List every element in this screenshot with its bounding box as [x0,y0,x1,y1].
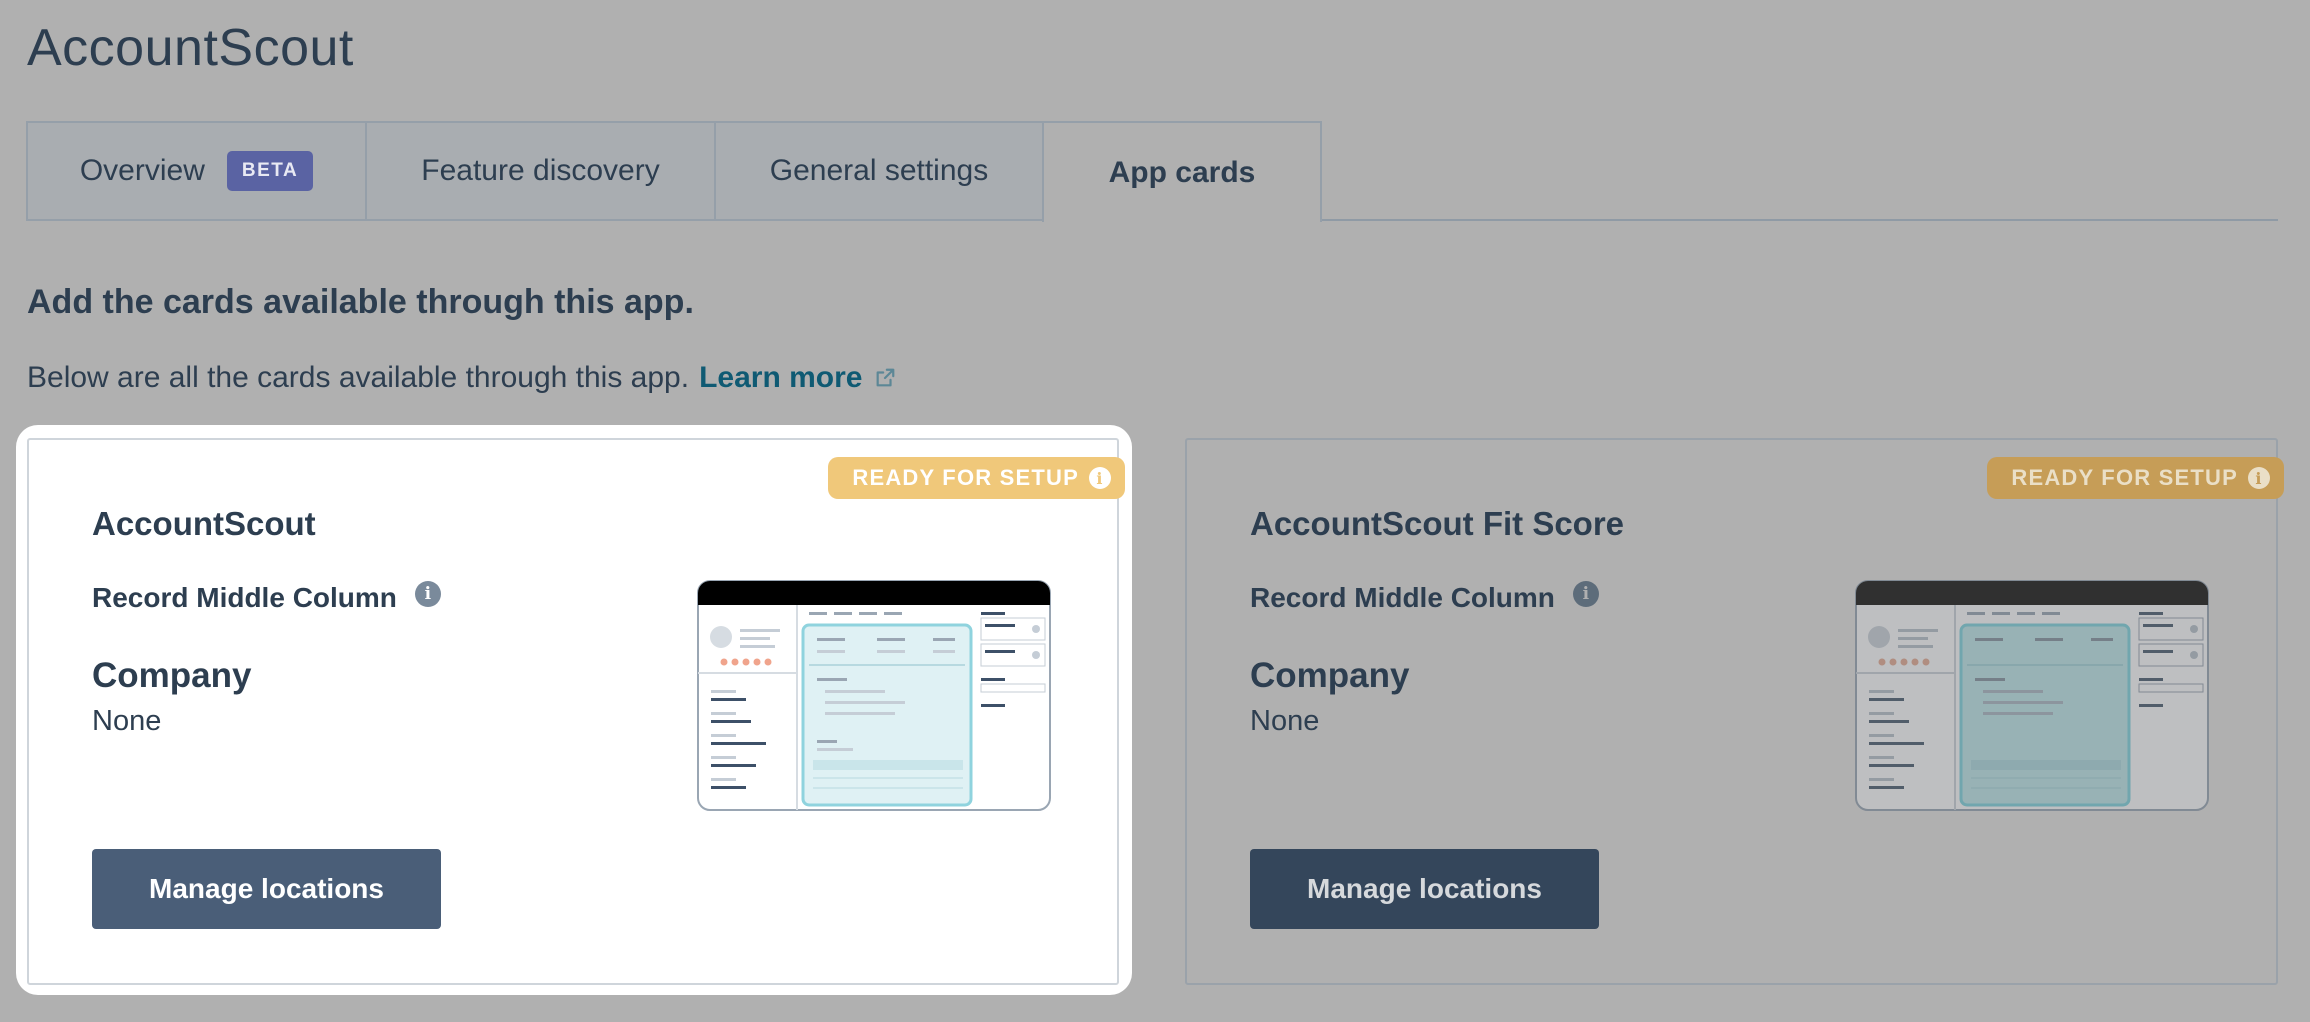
card-location-label: Record Middle Column [1250,582,1555,613]
ready-badge: READY FOR SETUP i [828,457,1125,499]
ready-badge: READY FOR SETUP i [1987,457,2284,499]
section-description: Below are all the cards available throug… [27,361,896,395]
object-value: None [1250,705,1320,737]
beta-badge: BETA [226,151,314,191]
ready-badge-label: READY FOR SETUP [2011,465,2238,490]
card-title: AccountScout Fit Score [1250,505,1625,542]
tab-general-settings-label: General settings [769,154,989,187]
ready-badge-label: READY FOR SETUP [852,465,1079,490]
section-heading: Add the cards available through this app… [27,283,694,321]
tab-app-cards[interactable]: App cards [1042,121,1322,222]
object-label: Company [1250,656,1410,695]
learn-more-link[interactable]: Learn more [699,361,862,395]
app-card: READY FOR SETUP i AccountScout Record Mi… [27,438,1125,985]
tab-general-settings[interactable]: General settings [714,121,1042,221]
card-location: Record Middle Column i [92,581,441,614]
card-preview-illustration [697,580,1051,811]
external-link-icon[interactable] [874,367,896,389]
info-icon[interactable]: i [2248,467,2270,489]
section-description-text: Below are all the cards available throug… [27,361,690,394]
manage-locations-button[interactable]: Manage locations [92,849,441,929]
object-value: None [92,705,162,737]
app-card: READY FOR SETUP i AccountScout Fit Score… [1185,438,2284,985]
tab-feature-discovery[interactable]: Feature discovery [365,121,714,221]
tab-baseline [1320,219,2278,221]
card-preview-illustration [1855,580,2209,811]
manage-locations-button[interactable]: Manage locations [1250,849,1599,929]
tab-bar: Overview BETA Feature discovery General … [26,121,2278,222]
info-icon[interactable]: i [1572,581,1599,607]
tab-overview-label: Overview [79,154,205,187]
card-location-label: Record Middle Column [92,582,397,613]
info-icon[interactable]: i [414,581,441,607]
card-title: AccountScout [92,505,316,542]
tab-app-cards-label: App cards [1108,155,1256,189]
info-icon[interactable]: i [1089,467,1111,489]
tab-overview[interactable]: Overview BETA [26,121,365,221]
app-title: AccountScout [27,19,354,77]
object-label: Company [92,656,252,695]
tab-feature-discovery-label: Feature discovery [421,154,660,187]
card-location: Record Middle Column i [1250,581,1599,614]
